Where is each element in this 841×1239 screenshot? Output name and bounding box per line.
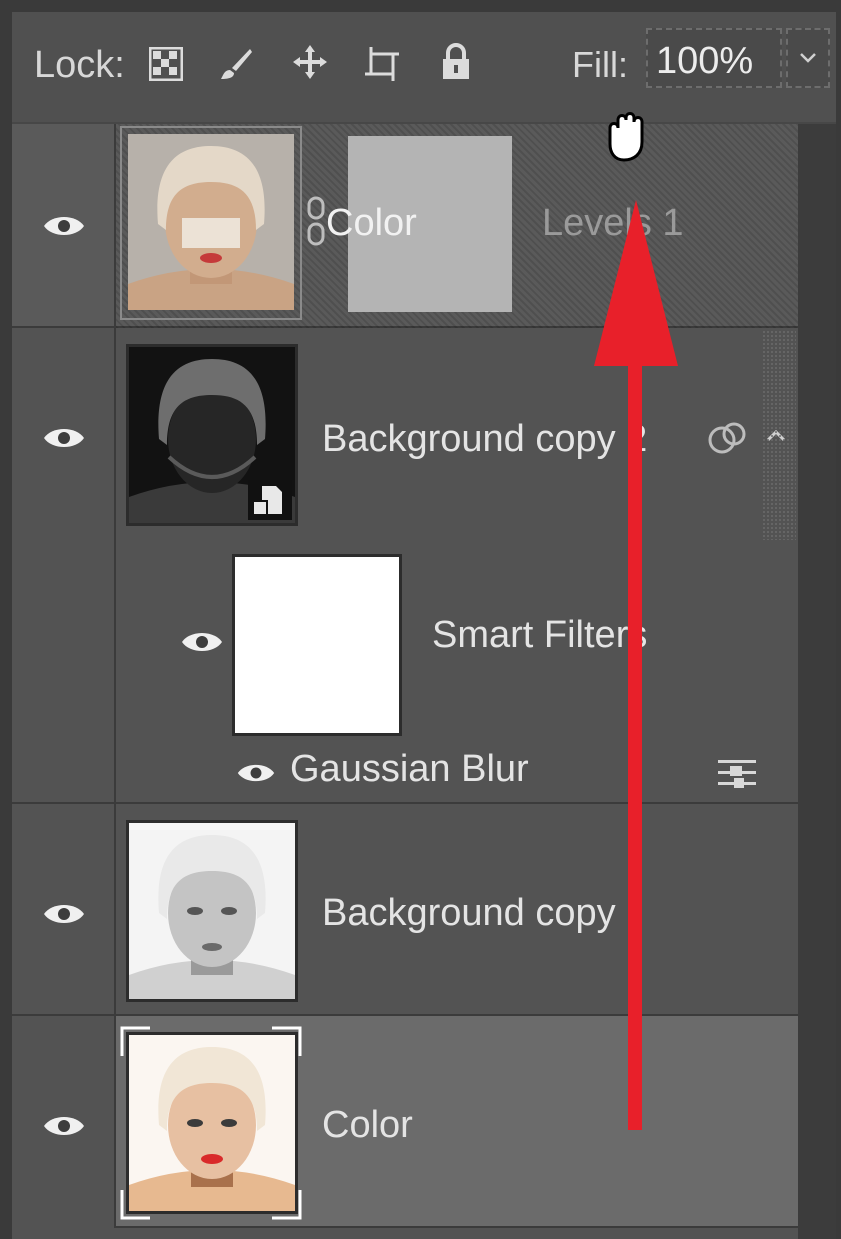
filter-name-gaussian-blur[interactable]: Gaussian Blur <box>290 748 529 791</box>
smart-filters-toggle-icon[interactable] <box>706 420 750 456</box>
layer-thumbnail[interactable] <box>126 1032 298 1214</box>
eye-icon[interactable] <box>42 424 86 457</box>
red-arrow-annotation <box>594 200 678 1130</box>
layer-name-color[interactable]: Color <box>322 1104 413 1147</box>
filter-blending-options-icon[interactable] <box>716 756 758 790</box>
woman-portrait-icon <box>129 1035 295 1211</box>
layer-thumbnail[interactable] <box>128 134 294 310</box>
eye-icon[interactable] <box>42 212 86 245</box>
fill-dropdown-button[interactable] <box>786 28 830 88</box>
fill-label: Fill: <box>572 44 628 85</box>
chevron-down-icon <box>800 53 816 63</box>
eye-icon[interactable] <box>42 900 86 933</box>
panel-top-border <box>0 0 841 12</box>
layer-row-partial <box>12 1228 798 1239</box>
lock-icon[interactable] <box>436 42 476 82</box>
drag-ghost-label: Color <box>326 202 417 244</box>
lock-label: Lock: <box>34 44 125 86</box>
grab-hand-cursor-icon <box>608 112 644 162</box>
smart-filter-mask-thumbnail[interactable] <box>232 554 402 736</box>
woman-portrait-icon <box>129 823 295 999</box>
eye-icon[interactable] <box>42 1112 86 1145</box>
checkerboard-icon[interactable] <box>146 44 186 84</box>
layer-name-background-copy[interactable]: Background copy <box>322 892 616 935</box>
panel-scrollbar-track[interactable] <box>798 124 836 1239</box>
eye-icon[interactable] <box>180 628 224 661</box>
layer-thumbnail[interactable] <box>126 820 298 1002</box>
panel-left-border <box>0 0 12 1239</box>
eye-icon[interactable] <box>236 760 276 786</box>
woman-portrait-icon <box>128 134 294 310</box>
visibility-cell[interactable] <box>12 328 116 804</box>
panel-right-border <box>836 0 841 1239</box>
brush-icon[interactable] <box>216 44 256 84</box>
drag-texture <box>762 330 796 540</box>
fill-input[interactable]: 100% <box>646 28 782 88</box>
smart-object-icon <box>248 480 292 520</box>
artboard-icon[interactable] <box>362 44 402 84</box>
move-icon[interactable] <box>290 42 330 82</box>
link-icon[interactable] <box>306 196 326 246</box>
